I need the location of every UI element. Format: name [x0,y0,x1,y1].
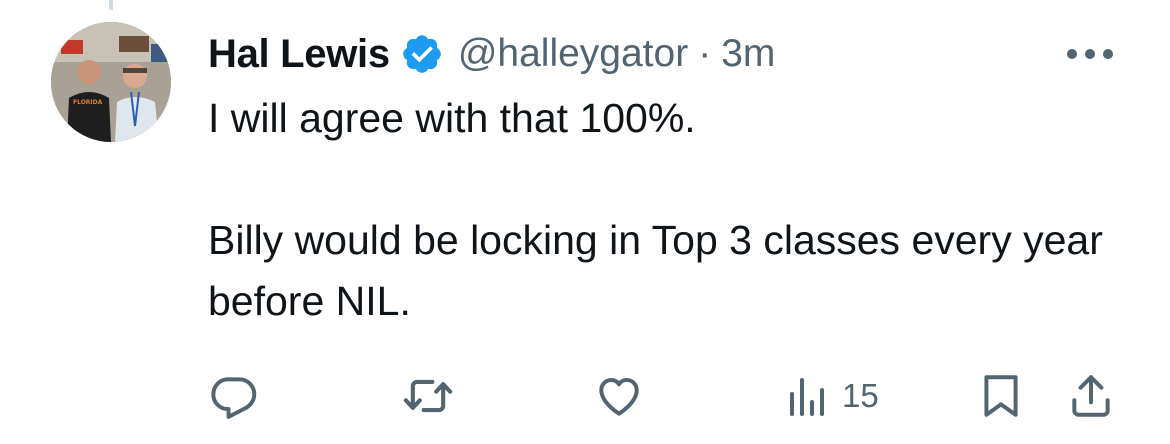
views-icon [790,378,824,416]
share-button[interactable] [1066,370,1116,422]
verified-badge-icon[interactable] [400,32,444,76]
avatar-photo: FLORIDA [51,22,171,142]
views-button[interactable]: 15 [784,370,879,422]
avatar[interactable]: FLORIDA [51,22,171,142]
views-count: 15 [842,377,879,414]
tweet-paragraph: I will agree with that 100%. [208,95,696,141]
tweet-paragraph: Billy would be locking in Top 3 classes … [208,217,1103,324]
action-bar: 15 [0,370,1170,422]
retweet-button[interactable] [402,370,454,422]
like-button[interactable] [594,370,644,422]
reply-button[interactable] [210,370,260,422]
tweet-timestamp[interactable]: 3m [721,32,775,76]
avatar-shirt-text: FLORIDA [73,99,103,106]
bookmark-icon [984,375,1018,417]
more-dots-icon [1067,49,1113,59]
thread-connector-line [109,0,113,10]
more-options-button[interactable] [1064,38,1116,70]
reply-icon [211,377,257,419]
retweet-icon [403,379,453,413]
author-display-name[interactable]: Hal Lewis [208,32,390,77]
author-handle[interactable]: @halleygator [458,32,688,76]
heart-icon [599,377,639,416]
separator-dot: · [698,32,712,75]
tweet-header: Hal Lewis @halleygator · 3m [208,26,775,82]
bookmark-button[interactable] [976,370,1026,422]
share-icon [1072,375,1110,417]
tweet-text: I will agree with that 100%. Billy would… [208,88,1138,332]
